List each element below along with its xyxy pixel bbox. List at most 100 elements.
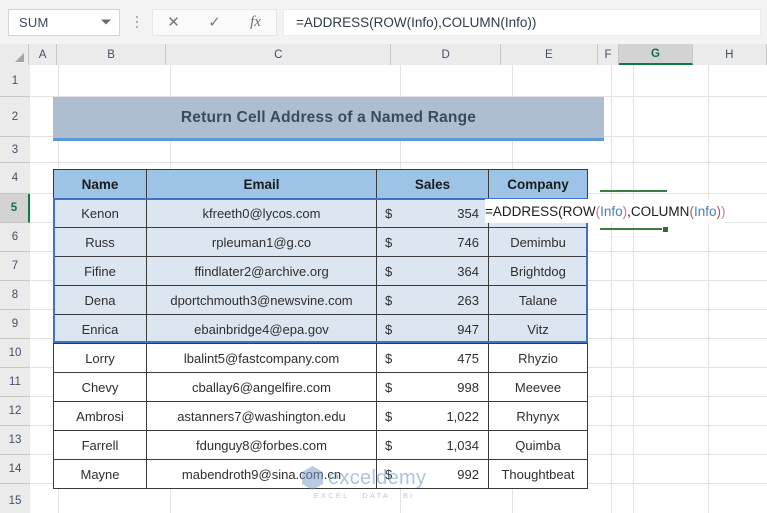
cell-name[interactable]: Fifine (53, 256, 147, 286)
row-header-6[interactable]: 6 (0, 223, 30, 252)
cell-sales[interactable]: $746 (376, 227, 489, 257)
table-row[interactable]: Lorry lbalint5@fastcompany.com $475 Rhyz… (53, 343, 588, 373)
row-header-13[interactable]: 13 (0, 426, 30, 455)
column-header-a[interactable]: A (29, 44, 57, 65)
row-header-1[interactable]: 1 (0, 65, 30, 97)
cell-sales[interactable]: $354 (376, 198, 489, 228)
worksheet-grid[interactable]: Return Cell Address of a Named Range Nam… (31, 65, 767, 513)
cell-company[interactable]: Vitz (488, 314, 588, 344)
cell-email[interactable]: ebainbridge4@epa.gov (146, 314, 377, 344)
cell-email[interactable]: rpleuman1@g.co (146, 227, 377, 257)
cell-email[interactable]: cballay6@angelfire.com (146, 372, 377, 402)
cell-company[interactable]: Rhyzio (488, 343, 588, 373)
page-title: Return Cell Address of a Named Range (53, 97, 604, 141)
cell-name[interactable]: Mayne (53, 459, 147, 489)
table-row[interactable]: Dena dportchmouth3@newsvine.com $263 Tal… (53, 285, 588, 315)
cell-name[interactable]: Russ (53, 227, 147, 257)
row-header-15[interactable]: 15 (0, 484, 30, 513)
cell-company[interactable]: Rhynyx (488, 401, 588, 431)
cell-sales[interactable]: $1,022 (376, 401, 489, 431)
cell-sales[interactable]: $263 (376, 285, 489, 315)
cell-formula-entry[interactable]: =ADDRESS(ROW(Info) ,COLUMN(Info)) (485, 199, 726, 223)
formula-action-buttons: ✕ ✓ fx (152, 8, 277, 36)
name-box-value: SUM (19, 14, 49, 30)
cell-sales[interactable]: $998 (376, 372, 489, 402)
column-header-b[interactable]: B (56, 44, 167, 65)
column-title-email[interactable]: Email (146, 169, 377, 199)
cell-sales-value: 947 (457, 321, 479, 337)
row-header-8[interactable]: 8 (0, 281, 30, 310)
column-header-f[interactable]: F (597, 44, 620, 65)
close-icon[interactable]: ✕ (153, 10, 194, 35)
column-header-h[interactable]: H (692, 44, 767, 65)
column-header-c[interactable]: C (166, 44, 392, 65)
select-all-corner[interactable] (0, 44, 30, 65)
cell-name[interactable]: Kenon (53, 198, 147, 228)
cell-name[interactable]: Chevy (53, 372, 147, 402)
cell-company[interactable]: Meevee (488, 372, 588, 402)
cell-sales[interactable]: $1,034 (376, 430, 489, 460)
row-header-9[interactable]: 9 (0, 310, 30, 339)
cell-sales-value: 998 (457, 379, 479, 395)
row-header-14[interactable]: 14 (0, 455, 30, 484)
cell-email[interactable]: mabendroth9@sina.com.cn (146, 459, 377, 489)
cell-sales[interactable]: $364 (376, 256, 489, 286)
fx-icon[interactable]: fx (235, 10, 276, 35)
formula-bar: SUM ✕ ✓ fx =ADDRESS(ROW(Info),COLUMN(Inf… (0, 0, 767, 44)
table-header-row: Name Email Sales Company (53, 169, 588, 199)
cell-email[interactable]: ffindlater2@archive.org (146, 256, 377, 286)
cell-sales[interactable]: $992 (376, 459, 489, 489)
cell-name[interactable]: Ambrosi (53, 401, 147, 431)
cell-sales-value: 263 (457, 292, 479, 308)
cell-company[interactable]: Thoughtbeat (488, 459, 588, 489)
table-row[interactable]: Ambrosi astanners7@washington.edu $1,022… (53, 401, 588, 431)
table-row[interactable]: Enrica ebainbridge4@epa.gov $947 Vitz (53, 314, 588, 344)
table-row[interactable]: Farrell fdunguy8@forbes.com $1,034 Quimb… (53, 430, 588, 460)
cell-sales-value: 1,034 (446, 437, 479, 453)
column-header-d[interactable]: D (391, 44, 501, 65)
cell-sales[interactable]: $475 (376, 343, 489, 373)
table-row[interactable]: Chevy cballay6@angelfire.com $998 Meevee (53, 372, 588, 402)
cell-company[interactable]: Demimbu (488, 227, 588, 257)
table-row[interactable]: Fifine ffindlater2@archive.org $364 Brig… (53, 256, 588, 286)
cell-sales-value: 354 (457, 205, 479, 221)
formula-arg-1: Info (600, 203, 623, 219)
column-header-e[interactable]: E (500, 44, 598, 65)
fill-handle[interactable] (663, 227, 668, 232)
row-header-2[interactable]: 2 (0, 97, 30, 137)
row-header-3[interactable]: 3 (0, 137, 30, 163)
table-row[interactable]: Russ rpleuman1@g.co $746 Demimbu (53, 227, 588, 257)
column-title-name[interactable]: Name (53, 169, 147, 199)
row-header-4[interactable]: 4 (0, 163, 30, 194)
check-icon[interactable]: ✓ (194, 10, 235, 35)
cell-email[interactable]: astanners7@washington.edu (146, 401, 377, 431)
chevron-down-icon[interactable] (101, 19, 111, 25)
name-box[interactable]: SUM (8, 8, 120, 36)
currency-symbol: $ (385, 379, 393, 395)
formula-tail-paren: ) (720, 203, 726, 219)
cell-name[interactable]: Dena (53, 285, 147, 315)
column-title-company[interactable]: Company (488, 169, 588, 199)
cell-email[interactable]: kfreeth0@lycos.com (146, 198, 377, 228)
row-header-12[interactable]: 12 (0, 397, 30, 426)
cell-company[interactable]: Brightdog (488, 256, 588, 286)
column-header-g[interactable]: G (619, 44, 693, 65)
cell-sales[interactable]: $947 (376, 314, 489, 344)
cell-name[interactable]: Enrica (53, 314, 147, 344)
column-title-sales[interactable]: Sales (376, 169, 489, 199)
cell-email[interactable]: fdunguy8@forbes.com (146, 430, 377, 460)
cell-email[interactable]: lbalint5@fastcompany.com (146, 343, 377, 373)
row-header-11[interactable]: 11 (0, 368, 30, 397)
cell-name[interactable]: Lorry (53, 343, 147, 373)
cell-email[interactable]: dportchmouth3@newsvine.com (146, 285, 377, 315)
table-row[interactable]: Mayne mabendroth9@sina.com.cn $992 Thoug… (53, 459, 588, 489)
currency-symbol: $ (385, 263, 393, 279)
formula-bar-grip[interactable] (126, 9, 148, 36)
formula-input[interactable]: =ADDRESS(ROW(Info),COLUMN(Info)) (283, 8, 761, 36)
cell-name[interactable]: Farrell (53, 430, 147, 460)
row-header-10[interactable]: 10 (0, 339, 30, 368)
cell-company[interactable]: Quimba (488, 430, 588, 460)
cell-company[interactable]: Talane (488, 285, 588, 315)
row-header-5[interactable]: 5 (0, 194, 30, 223)
row-header-7[interactable]: 7 (0, 252, 30, 281)
